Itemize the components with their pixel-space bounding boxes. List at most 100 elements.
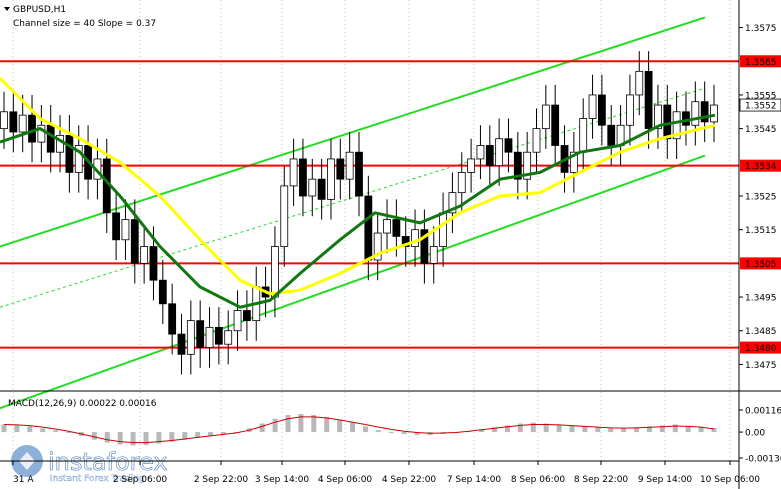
macd-bar <box>608 428 614 433</box>
candle-body <box>205 326 214 348</box>
candle-body <box>541 104 550 130</box>
macd-tick-label: -0.00136 <box>745 455 781 465</box>
candle-body <box>551 104 560 146</box>
macd-bar <box>272 418 278 433</box>
macd-bar <box>259 423 265 433</box>
time-tick-label: 2 Sep 22:00 <box>194 475 249 485</box>
macd-bar <box>362 426 368 433</box>
candle-body <box>411 229 419 247</box>
macd-bar <box>1 424 7 433</box>
macd-bar <box>698 427 704 433</box>
macd-bar <box>388 432 394 434</box>
candle-body <box>149 246 158 281</box>
candle-body <box>18 114 27 133</box>
macd-bar <box>91 432 97 440</box>
price-tick-label: 1.3575 <box>745 24 777 34</box>
level-price-label: 1.3534 <box>745 162 777 172</box>
macd-bar <box>53 430 59 433</box>
candle-body <box>439 212 447 247</box>
candle-body <box>196 320 205 348</box>
macd-bar <box>324 416 330 433</box>
candle-body <box>9 111 18 133</box>
macd-bar <box>685 426 691 433</box>
level-price-label: 1.3480 <box>745 344 777 354</box>
candle-body <box>121 219 130 241</box>
current-price-label: 1.3552 <box>745 102 777 112</box>
candle-body <box>383 219 391 234</box>
candle-body <box>364 195 373 261</box>
time-tick-label: 9 Sep 14:00 <box>638 475 693 485</box>
price-tick-label: 1.3495 <box>745 294 777 304</box>
macd-bar <box>375 430 381 433</box>
candle-body <box>626 94 634 126</box>
candle-body <box>355 151 363 197</box>
macd-bar <box>350 422 356 433</box>
macd-bar <box>621 428 627 433</box>
candle-body <box>485 145 494 167</box>
macd-label: MACD(12,26,9) 0.00022 0.00016 <box>8 399 157 409</box>
candle-body <box>504 138 513 153</box>
macd-bar <box>104 432 110 443</box>
candle-body <box>0 111 8 130</box>
candle-body <box>289 158 298 187</box>
macd-bar <box>27 426 33 433</box>
time-tick-label: 7 Sep 14:00 <box>447 475 502 485</box>
candle-body <box>112 212 121 241</box>
candle-body <box>644 70 653 130</box>
candle-body <box>327 158 335 200</box>
candle-body <box>457 172 466 194</box>
candle-body <box>476 145 485 160</box>
candle-body <box>299 158 307 197</box>
level-price-label: 1.3565 <box>745 58 777 68</box>
candle-body <box>663 104 672 140</box>
candle-body <box>317 178 326 200</box>
macd-bar <box>556 424 562 433</box>
candle-body <box>691 101 700 126</box>
macd-tick-label: 0.00116 <box>745 407 781 417</box>
time-tick-label: 10 Sep 06:00 <box>700 475 760 485</box>
price-tick-label: 1.3485 <box>745 327 777 337</box>
candle-body <box>158 279 167 305</box>
candle-body <box>579 118 588 153</box>
macd-bar <box>66 432 72 434</box>
macd-tick-label: 0.00 <box>745 429 765 439</box>
candle-body <box>224 330 233 345</box>
time-tick-label: 4 Sep 06:00 <box>318 475 373 485</box>
macd-bar <box>582 426 588 433</box>
candle-body <box>710 104 718 123</box>
candle-body <box>336 158 345 180</box>
candle-body <box>242 310 251 322</box>
macd-bar <box>569 425 575 433</box>
candle-body <box>233 310 242 332</box>
candle-body <box>130 219 139 264</box>
candle-body <box>588 94 597 119</box>
candle-body <box>140 246 149 264</box>
candle-body <box>597 94 606 126</box>
channel-info: Channel size = 40 Slope = 0.37 <box>13 19 156 29</box>
price-tick-label: 1.3475 <box>745 361 777 371</box>
macd-bar <box>143 432 149 446</box>
time-tick-label: 3 Sep 14:00 <box>255 475 310 485</box>
candle-body <box>532 128 541 153</box>
time-tick-label: 2 Sep 06:00 <box>113 475 168 485</box>
symbol-label: GBPUSD,H1 <box>13 5 66 15</box>
candle-body <box>607 124 616 146</box>
time-tick-label: 4 Sep 22:00 <box>382 475 437 485</box>
price-chart: instaforex Instant Forex Trading 1.35651… <box>0 0 781 489</box>
macd-bar <box>130 432 136 446</box>
candle-body <box>635 70 644 96</box>
candle-body <box>467 158 476 173</box>
candle-body <box>28 114 36 143</box>
price-tick-label: 1.3515 <box>745 226 777 236</box>
candle-body <box>46 124 55 153</box>
candle-body <box>186 320 195 355</box>
macd-bar <box>117 432 123 445</box>
candle-body <box>392 219 401 237</box>
brand-logo: instaforex <box>48 448 168 476</box>
time-tick-label: 8 Sep 06:00 <box>511 475 566 485</box>
candle-body <box>168 303 177 335</box>
candle-body <box>429 246 438 264</box>
candle-body <box>65 134 74 173</box>
time-tick-label: 8 Sep 22:00 <box>574 475 629 485</box>
macd-bar <box>285 414 291 433</box>
